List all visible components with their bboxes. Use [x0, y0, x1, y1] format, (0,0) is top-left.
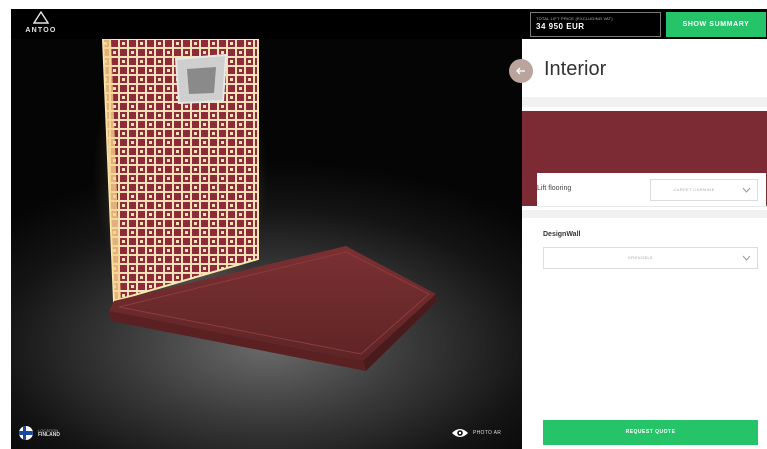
brand-logo[interactable]: ANTOO	[21, 11, 61, 37]
chevron-down-icon	[742, 187, 751, 193]
logo-triangle-icon	[33, 11, 49, 24]
designwall-select[interactable]: GRENOBLE	[543, 247, 758, 269]
back-button[interactable]	[509, 59, 533, 83]
eye-icon	[452, 429, 468, 437]
lift-flooring-label: Lift flooring	[537, 185, 572, 192]
lift-3d-viewer[interactable]: LOCATION FINLAND PHOTO AR	[11, 39, 522, 449]
lift-flooring-row: Lift flooring CARPET CARMINE	[537, 173, 766, 207]
designwall-label: DesignWall	[543, 231, 581, 238]
price-caption: TOTAL LIFT PRICE (EXCLUDING VAT)	[536, 16, 613, 21]
finland-flag-icon	[19, 426, 33, 440]
back-arrow-icon	[516, 67, 525, 75]
request-quote-button[interactable]: REQUEST QUOTE	[543, 420, 758, 445]
lift-flooring-select[interactable]: CARPET CARMINE	[650, 179, 758, 201]
location-indicator[interactable]: LOCATION FINLAND	[19, 426, 60, 440]
price-value: 34 950 EUR	[536, 22, 585, 31]
section-divider	[522, 210, 767, 218]
photo-ar-label: PHOTO AR	[473, 430, 502, 436]
designwall-value: GRENOBLE	[627, 255, 654, 260]
chevron-down-icon	[742, 255, 751, 261]
logo-text: ANTOO	[25, 27, 57, 34]
show-summary-button[interactable]: SHOW SUMMARY	[666, 12, 766, 37]
top-bar: ANTOO TOTAL LIFT PRICE (EXCLUDING VAT) 3…	[11, 9, 767, 39]
panel-title: Interior	[544, 58, 607, 80]
location-country: FINLAND	[38, 432, 60, 438]
price-box: TOTAL LIFT PRICE (EXCLUDING VAT) 34 950 …	[530, 12, 661, 37]
section-divider	[522, 97, 767, 107]
photo-ar-button[interactable]: PHOTO AR	[451, 428, 501, 438]
lift-flooring-value: CARPET CARMINE	[673, 187, 715, 192]
lift-scene-render	[93, 39, 437, 371]
